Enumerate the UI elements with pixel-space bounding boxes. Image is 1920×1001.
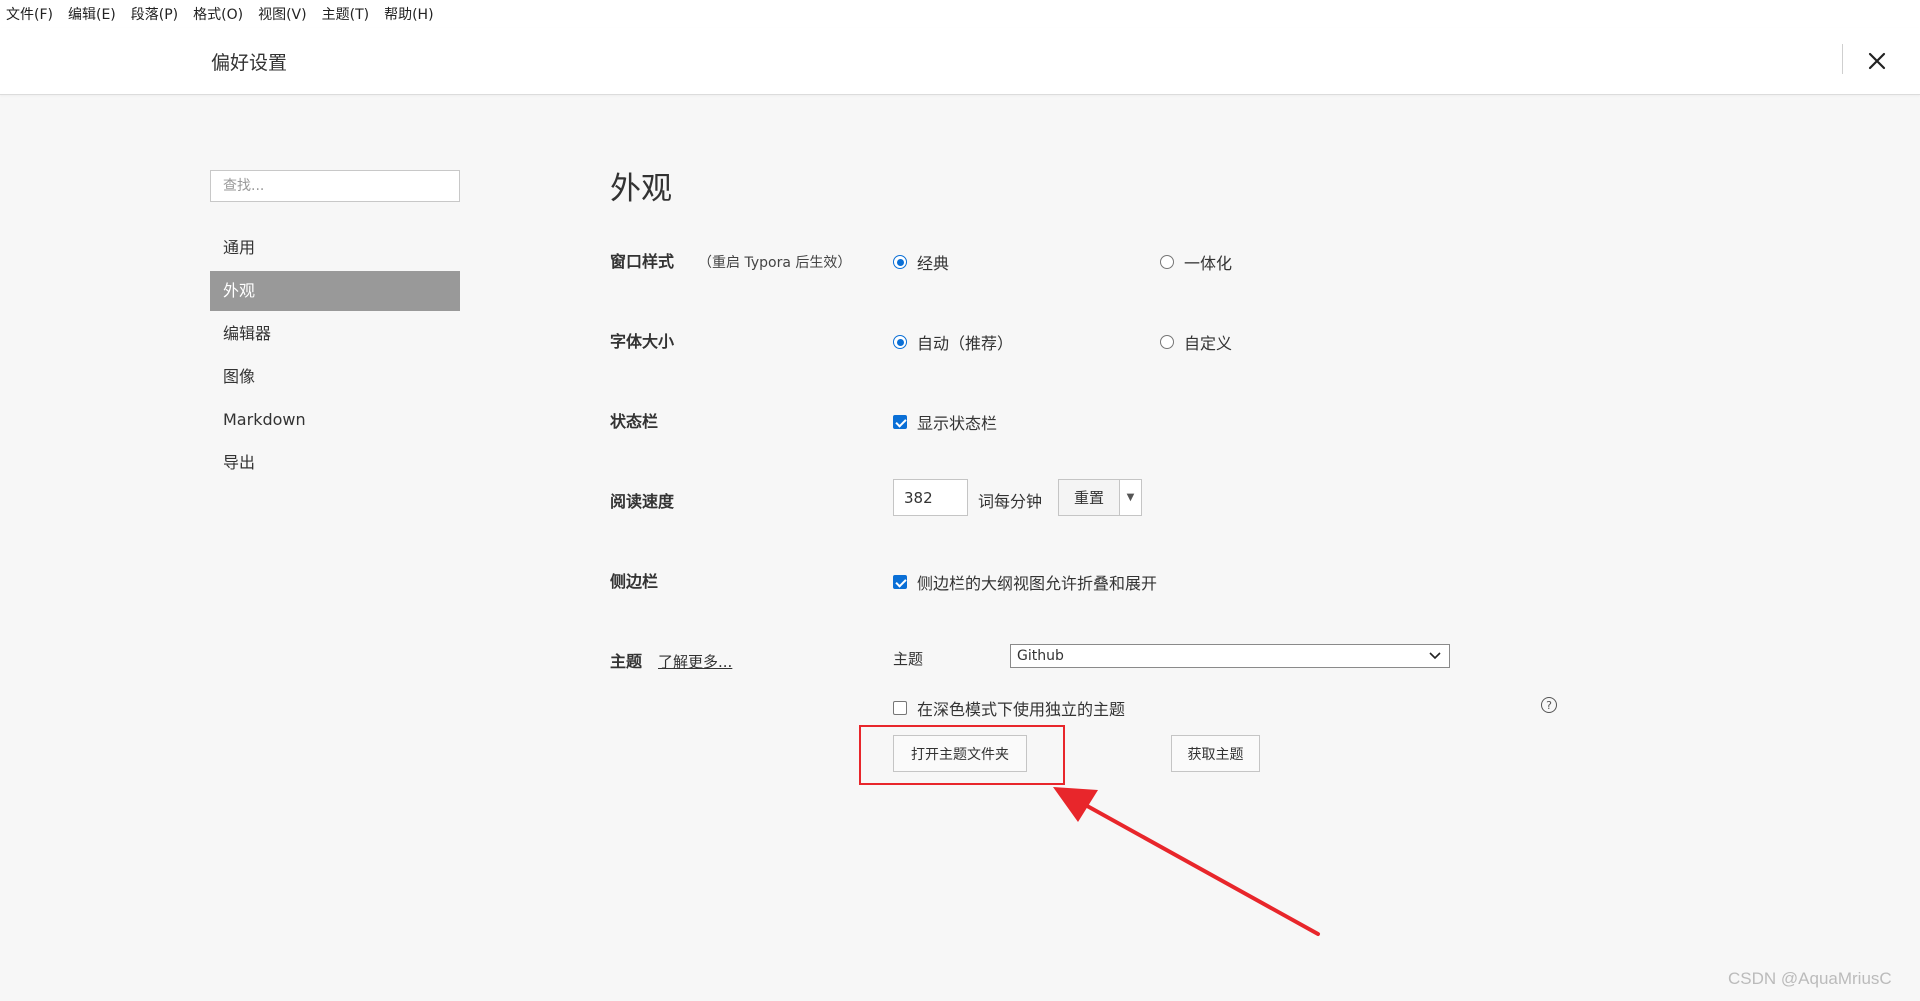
theme-select-label: 主题 — [893, 650, 924, 668]
theme-select[interactable]: Github — [1010, 644, 1450, 668]
theme-select-value: Github — [1017, 648, 1064, 664]
reading-speed-label: 阅读速度 — [610, 492, 675, 511]
radio-indicator[interactable] — [893, 335, 907, 349]
menu-help[interactable]: 帮助(H) — [384, 4, 433, 24]
checkbox-status-bar[interactable]: 显示状态栏 — [893, 410, 997, 434]
radio-label: 自动（推荐） — [917, 334, 1014, 353]
header-divider — [1842, 44, 1843, 74]
theme-row-label: 主题 了解更多... — [610, 648, 732, 672]
checkbox-label: 显示状态栏 — [917, 414, 998, 433]
get-themes-button[interactable]: 获取主题 — [1171, 735, 1260, 772]
checkbox-label: 侧边栏的大纲视图允许折叠和展开 — [917, 574, 1158, 593]
menu-format[interactable]: 格式(O) — [193, 4, 243, 24]
menu-theme[interactable]: 主题(T) — [322, 4, 369, 24]
sidebar-item-image[interactable]: 图像 — [210, 357, 460, 397]
radio-window-unified[interactable]: 一体化 — [1160, 250, 1232, 274]
sidebar-item-appearance[interactable]: 外观 — [210, 271, 460, 311]
reset-button[interactable]: 重置 — [1059, 480, 1119, 515]
close-button[interactable] — [1862, 46, 1892, 76]
reset-dropdown-arrow[interactable]: ▼ — [1119, 480, 1141, 515]
annotation-arrow — [1053, 787, 1320, 936]
menu-view[interactable]: 视图(V) — [258, 4, 307, 24]
checkbox-indicator[interactable] — [893, 415, 907, 429]
sidebar-item-markdown[interactable]: Markdown — [210, 400, 460, 440]
sidebar-nav: 通用 外观 编辑器 图像 Markdown 导出 — [210, 228, 460, 486]
menu-edit[interactable]: 编辑(E) — [68, 4, 116, 24]
open-theme-folder-button[interactable]: 打开主题文件夹 — [893, 735, 1027, 772]
section-title: 外观 — [610, 171, 672, 207]
search-input[interactable] — [210, 170, 460, 202]
radio-label: 经典 — [917, 254, 950, 273]
menu-paragraph[interactable]: 段落(P) — [131, 4, 178, 24]
reading-speed-input[interactable] — [893, 479, 968, 516]
sidebar-item-editor[interactable]: 编辑器 — [210, 314, 460, 354]
menu-bar: 文件(F) 编辑(E) 段落(P) 格式(O) 视图(V) 主题(T) 帮助(H… — [0, 0, 1920, 28]
radio-label: 自定义 — [1184, 334, 1233, 353]
learn-more-link[interactable]: 了解更多... — [658, 653, 732, 671]
checkbox-indicator[interactable] — [893, 701, 907, 715]
watermark: CSDN @AquaMriusC — [1728, 969, 1892, 988]
reading-speed-unit: 词每分钟 — [978, 492, 1043, 511]
window-style-note: （重启 Typora 后生效） — [698, 255, 852, 271]
window-style-label: 窗口样式 （重启 Typora 后生效） — [610, 248, 851, 272]
theme-label-text: 主题 — [610, 652, 643, 671]
radio-indicator[interactable] — [893, 255, 907, 269]
chevron-down-icon — [1429, 652, 1441, 660]
font-size-label: 字体大小 — [610, 332, 675, 351]
checkbox-indicator[interactable] — [893, 575, 907, 589]
radio-indicator[interactable] — [1160, 335, 1174, 349]
sidebar-item-general[interactable]: 通用 — [210, 228, 460, 268]
menu-file[interactable]: 文件(F) — [6, 4, 53, 24]
window-style-label-text: 窗口样式 — [610, 252, 675, 271]
triangle-down-icon: ▼ — [1126, 492, 1135, 503]
radio-indicator[interactable] — [1160, 255, 1174, 269]
sidebar-option-label: 侧边栏 — [610, 572, 659, 591]
sidebar-item-export[interactable]: 导出 — [210, 443, 460, 483]
help-icon[interactable]: ? — [1541, 697, 1557, 713]
checkbox-dark-theme[interactable]: 在深色模式下使用独立的主题 — [893, 696, 1125, 720]
page-title: 偏好设置 — [211, 52, 288, 74]
checkbox-label: 在深色模式下使用独立的主题 — [917, 700, 1126, 719]
radio-font-custom[interactable]: 自定义 — [1160, 330, 1232, 354]
checkbox-outline-collapse[interactable]: 侧边栏的大纲视图允许折叠和展开 — [893, 570, 1157, 594]
radio-label: 一体化 — [1184, 254, 1233, 273]
reset-split-button: 重置 ▼ — [1058, 479, 1142, 516]
preferences-header: 偏好设置 — [0, 28, 1920, 95]
status-bar-label: 状态栏 — [610, 412, 659, 431]
radio-window-classic[interactable]: 经典 — [893, 250, 949, 274]
radio-font-auto[interactable]: 自动（推荐） — [893, 330, 1013, 354]
close-icon — [1868, 52, 1886, 70]
